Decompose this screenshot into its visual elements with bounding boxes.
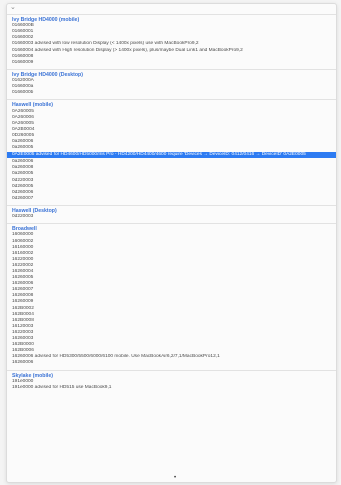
list-item[interactable]: 0a260005 — [7, 145, 336, 151]
platform-id-list-window: ⌄ Ivy Bridge HD4000 (mobile) 0166000B 0166… — [6, 3, 337, 483]
list-item[interactable]: 01660009 — [7, 60, 336, 66]
list-item[interactable]: 16260006 — [7, 360, 336, 366]
list-item[interactable]: 191e0000 advised for HD515 use MacBook9,… — [7, 385, 336, 391]
scroll-indicator-icon[interactable]: • — [174, 475, 176, 481]
chevron-down-icon[interactable]: ⌄ — [10, 4, 16, 11]
list-group: Broadwell 16060000 16060002 16160000 1616000… — [7, 223, 336, 369]
list-item-selected[interactable]: 0A2E0005 advised for HD4600/HD5000/Iris … — [7, 152, 336, 159]
list-group: Ivy Bridge HD4000 (Desktop) 0162000A 01660… — [7, 68, 336, 99]
list-group: Skylake (mobile) 191e0000 191e0000 advised… — [7, 369, 336, 394]
list-item[interactable]: 0d220003 — [7, 214, 336, 220]
list-group: Haswell (mobile) 0A260005 0A260006 0A260005… — [7, 99, 336, 205]
list-item[interactable]: 0d260007 — [7, 196, 336, 202]
list-item[interactable]: 0166000b — [7, 90, 336, 96]
list-group: Haswell (Desktop) 0d220003 — [7, 204, 336, 223]
list-topbar: ⌄ — [7, 4, 336, 13]
list-group: Ivy Bridge HD4000 (mobile) 0166000B 016600… — [7, 14, 336, 69]
platform-id-list: Ivy Bridge HD4000 (mobile) 0166000B 016600… — [7, 14, 336, 394]
